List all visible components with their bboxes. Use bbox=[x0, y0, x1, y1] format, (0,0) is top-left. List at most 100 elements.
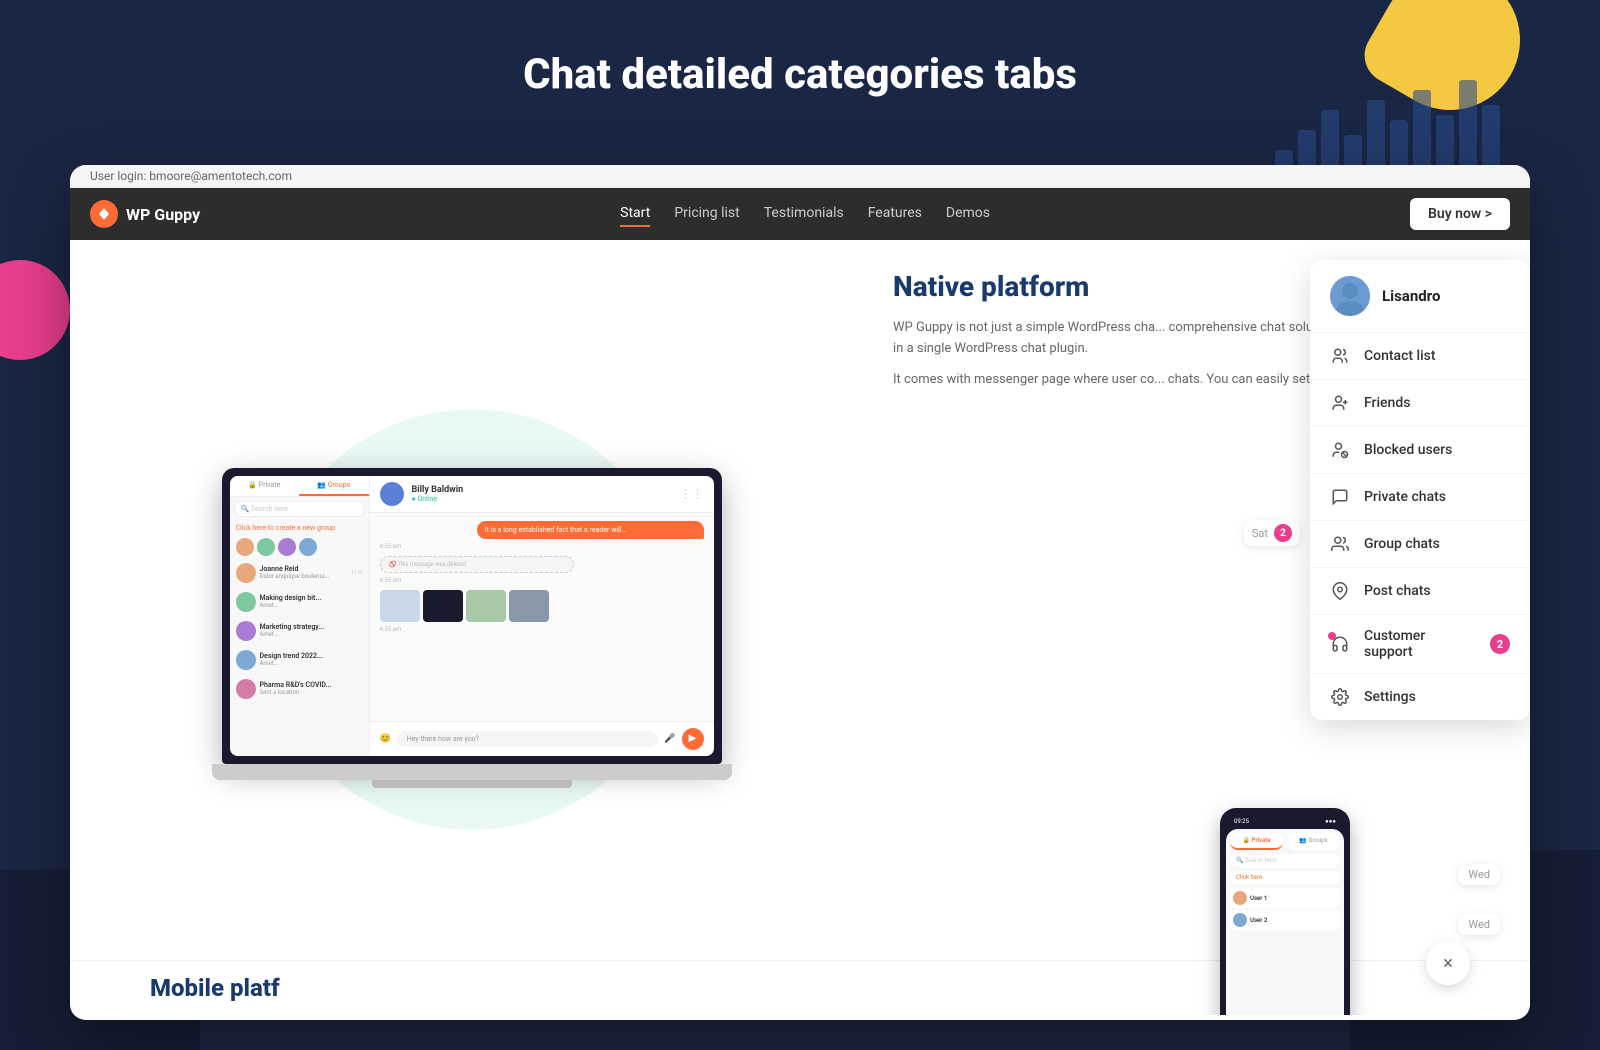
chat-list-item[interactable]: Pharma R&D's COVID... Sent a location bbox=[230, 675, 369, 704]
chat-item-msg: Amet... bbox=[260, 602, 363, 609]
menu-item-friends[interactable]: Friends bbox=[1310, 380, 1530, 427]
pin-icon bbox=[1330, 581, 1350, 601]
chat-item-msg: Amet... bbox=[260, 660, 363, 667]
menu-label-settings: Settings bbox=[1364, 689, 1510, 705]
chat-messages-area: It is a long established fact that a rea… bbox=[370, 513, 714, 721]
menu-label-contact-list: Contact list bbox=[1364, 348, 1510, 364]
menu-item-settings[interactable]: Settings bbox=[1310, 674, 1530, 720]
wed-badge-2: Wed bbox=[1458, 914, 1500, 935]
msg-img-1 bbox=[380, 590, 420, 622]
chat-sidebar: 🔒 Private 👥 Groups 🔍 Search here Click h… bbox=[230, 476, 370, 756]
headphone-icon bbox=[1330, 634, 1350, 654]
chat-avatar bbox=[236, 592, 256, 612]
chat-item-info: Design trend 2022... Amet... bbox=[260, 652, 363, 667]
avatar-3 bbox=[278, 538, 296, 556]
chat-list-item[interactable]: Joanne Reid Dolor enquique boulema... 11… bbox=[230, 559, 369, 588]
message-input[interactable]: Hey there how are you? bbox=[397, 731, 659, 747]
menu-item-customer-support[interactable]: Customer support 2 bbox=[1310, 615, 1530, 674]
chat-input-area: 😊 Hey there how are you? 🎤 ▶ bbox=[370, 721, 714, 756]
avatar-2 bbox=[257, 538, 275, 556]
brand-logo: WP Guppy bbox=[90, 200, 200, 228]
buy-now-button[interactable]: Buy now > bbox=[1410, 198, 1510, 230]
menu-label-private-chats: Private chats bbox=[1364, 489, 1510, 505]
message-time: 4:55 am bbox=[380, 626, 704, 633]
username-label: Lisandro bbox=[1382, 287, 1440, 305]
phone-mockup: 09:25 ●●● 🔒 Private 👥 Groups 🔍 Search he… bbox=[1220, 808, 1350, 1015]
nav-link-testimonials[interactable]: Testimonials bbox=[764, 201, 844, 227]
wed-label-2: Wed bbox=[1468, 918, 1490, 931]
menu-item-private-chats[interactable]: Private chats bbox=[1310, 474, 1530, 521]
chat-item-name: Making design bit... bbox=[260, 594, 363, 602]
chat-item-name: Design trend 2022... bbox=[260, 652, 363, 660]
phone-battery: ●●● bbox=[1325, 818, 1336, 825]
menu-item-post-chats[interactable]: Post chats bbox=[1310, 568, 1530, 615]
tab-private[interactable]: 🔒 Private bbox=[230, 476, 300, 496]
phone-status-bar: 09:25 ●●● bbox=[1226, 814, 1344, 829]
chat-icon bbox=[1330, 487, 1350, 507]
menu-label-customer-support: Customer support bbox=[1364, 628, 1476, 660]
menu-item-contact-list[interactable]: Contact list bbox=[1310, 333, 1530, 380]
people-icon bbox=[1330, 346, 1350, 366]
send-button[interactable]: ▶ bbox=[682, 728, 704, 750]
chat-item-time: 11m bbox=[350, 569, 362, 576]
person-block-icon bbox=[1330, 440, 1350, 460]
chat-options-icon[interactable]: ⋮⋮ bbox=[680, 487, 704, 501]
browser-content: 🔒 Private 👥 Groups 🔍 Search here Click h… bbox=[70, 240, 1530, 1015]
phone-screen: 🔒 Private 👥 Groups 🔍 Search here Click h… bbox=[1226, 829, 1344, 1015]
left-panel: 🔒 Private 👥 Groups 🔍 Search here Click h… bbox=[70, 240, 873, 1015]
phone-frame: 09:25 ●●● 🔒 Private 👥 Groups 🔍 Search he… bbox=[1220, 808, 1350, 1015]
notification-dot bbox=[1328, 632, 1336, 640]
browser-navbar: WP Guppy Start Pricing list Testimonials… bbox=[70, 188, 1530, 240]
msg-img-2 bbox=[423, 590, 463, 622]
chat-list-item[interactable]: Marketing strategy... Amet... bbox=[230, 617, 369, 646]
mic-icon[interactable]: 🎤 bbox=[664, 734, 675, 744]
avatar-4 bbox=[299, 538, 317, 556]
active-chat-avatar bbox=[380, 482, 404, 506]
user-dropdown-menu: Lisandro Contact list bbox=[1310, 260, 1530, 720]
msg-img-4 bbox=[509, 590, 549, 622]
menu-label-group-chats: Group chats bbox=[1364, 536, 1510, 552]
nav-link-pricing[interactable]: Pricing list bbox=[674, 201, 739, 227]
menu-item-blocked-users[interactable]: Blocked users bbox=[1310, 427, 1530, 474]
page-title: Chat detailed categories tabs bbox=[0, 0, 1600, 139]
msg-img-3 bbox=[466, 590, 506, 622]
browser-window: User login: bmoore@amentotech.com WP Gup… bbox=[70, 165, 1530, 1020]
chat-avatar bbox=[236, 563, 256, 583]
laptop-stand bbox=[372, 780, 572, 788]
chat-tab-bar: 🔒 Private 👥 Groups bbox=[230, 476, 369, 497]
customer-support-badge: 2 bbox=[1490, 634, 1510, 654]
menu-label-post-chats: Post chats bbox=[1364, 583, 1510, 599]
tab-groups[interactable]: 👥 Groups bbox=[299, 476, 369, 496]
sat-count-badge: 2 bbox=[1274, 524, 1292, 542]
nav-link-start[interactable]: Start bbox=[620, 201, 650, 227]
phone-time: 09:25 bbox=[1234, 818, 1249, 825]
message-images bbox=[380, 590, 704, 622]
chat-header: Billy Baldwin ● Online ⋮⋮ bbox=[370, 476, 714, 513]
emoji-icon[interactable]: 😊 bbox=[380, 734, 391, 744]
nav-link-features[interactable]: Features bbox=[868, 201, 922, 227]
chat-item-msg: Sent a location bbox=[260, 689, 363, 696]
group-avatars bbox=[230, 535, 369, 559]
close-button[interactable]: × bbox=[1426, 941, 1470, 985]
user-login-bar: User login: bmoore@amentotech.com bbox=[70, 165, 1530, 188]
message-time: 4:55 am bbox=[380, 577, 704, 584]
nav-links: Start Pricing list Testimonials Features… bbox=[220, 201, 1390, 227]
chat-item-info: Marketing strategy... Amet... bbox=[260, 623, 363, 638]
nav-link-demos[interactable]: Demos bbox=[946, 201, 990, 227]
chat-app-screen: 🔒 Private 👥 Groups 🔍 Search here Click h… bbox=[230, 476, 714, 756]
chat-item-name: Marketing strategy... bbox=[260, 623, 363, 631]
mobile-platform-title: Mobile platf bbox=[150, 974, 280, 1002]
message-time: 4:55 am bbox=[380, 543, 704, 550]
chat-list-item[interactable]: Making design bit... Amet... bbox=[230, 588, 369, 617]
laptop-screen: 🔒 Private 👥 Groups 🔍 Search here Click h… bbox=[222, 468, 722, 764]
create-group-link[interactable]: Click here to create a new group bbox=[230, 521, 369, 535]
sat-label: Sat bbox=[1252, 527, 1268, 540]
chat-main-panel: Billy Baldwin ● Online ⋮⋮ It is a long e… bbox=[370, 476, 714, 756]
chat-list-item[interactable]: Design trend 2022... Amet... bbox=[230, 646, 369, 675]
chat-search-input[interactable]: 🔍 Search here bbox=[234, 501, 365, 517]
user-login-text: User login: bmoore@amentotech.com bbox=[90, 169, 292, 183]
menu-item-group-chats[interactable]: Group chats bbox=[1310, 521, 1530, 568]
laptop-mockup: 🔒 Private 👥 Groups 🔍 Search here Click h… bbox=[222, 468, 722, 788]
right-panel: Native platform WP Guppy is not just a s… bbox=[873, 240, 1530, 1015]
chat-item-name: Pharma R&D's COVID... bbox=[260, 681, 363, 689]
